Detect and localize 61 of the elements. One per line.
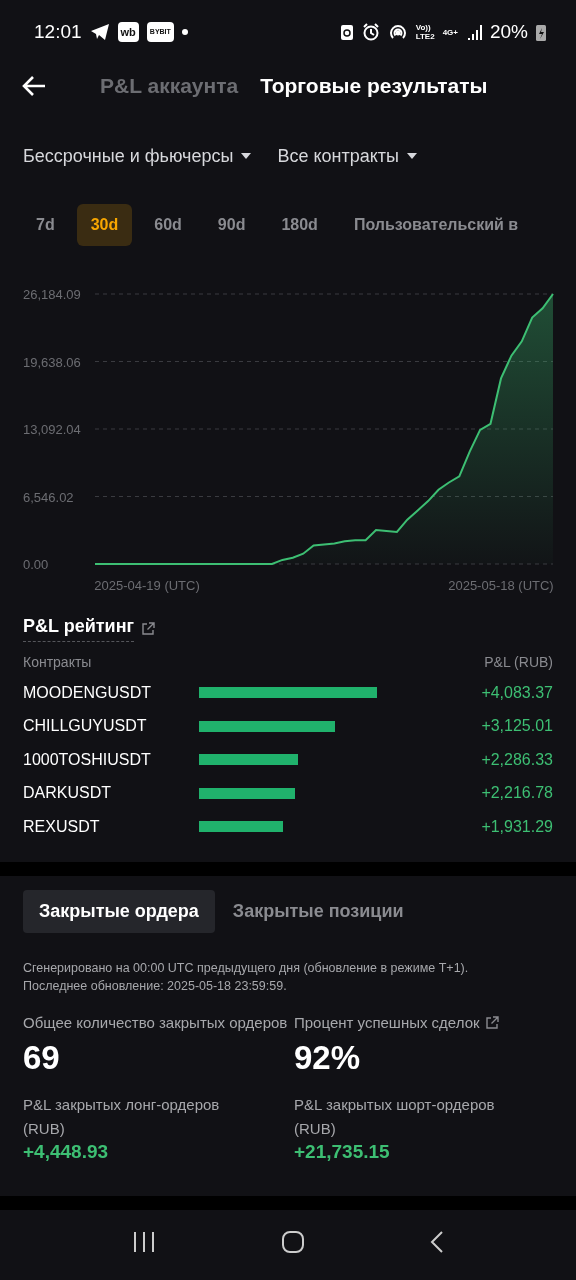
contract-name: CHILLGUYUSDT: [23, 717, 148, 736]
network-label: Vo)) LTE2: [415, 23, 435, 41]
column-header: Контракты: [23, 654, 92, 670]
alarm-icon: [361, 23, 380, 41]
pnl-value: +4,083.37: [480, 683, 553, 702]
y-axis-label: 13,092.04: [23, 422, 81, 437]
range-tab[interactable]: 90d: [203, 204, 260, 246]
contract-name: REXUSDT: [23, 817, 101, 836]
home-icon[interactable]: [281, 1229, 305, 1254]
range-tab[interactable]: 7d: [22, 204, 69, 246]
paper-plane-icon: [89, 23, 110, 41]
stat-label: Процент успешных сделок: [294, 1012, 480, 1033]
stat-value: +21,735.15: [294, 1140, 391, 1163]
y-axis-label: 0.00: [23, 557, 49, 572]
orders-tab[interactable]: Закрытые позиции: [216, 889, 420, 933]
signal-icon: [465, 24, 482, 40]
header-tab[interactable]: P&L аккаунта: [100, 74, 239, 98]
recent-apps-icon[interactable]: [132, 1230, 157, 1253]
range-tab[interactable]: 30d: [76, 204, 133, 246]
range-tab[interactable]: 60d: [140, 204, 196, 246]
external-link-icon[interactable]: [483, 1014, 500, 1031]
battery-percent: 20%: [489, 21, 528, 43]
pnl-value: +1,931.29: [480, 817, 553, 836]
y-axis-label: 19,638.06: [23, 354, 81, 370]
stat-label: Общее количество закрытых ордеров: [23, 1012, 288, 1033]
contract-name: 1000TOSHIUSDT: [23, 750, 152, 769]
pnl-value: +3,125.01: [480, 717, 553, 736]
stat-label: P&L закрытых лонг-ордеров (RUB): [23, 1094, 221, 1139]
external-link-icon[interactable]: [140, 621, 156, 637]
caret-icon: [241, 153, 252, 159]
orders-tab[interactable]: Закрытые ордера: [23, 889, 215, 933]
update-note: Сгенерировано на 00:00 UTC предыдущего дня (обновление в режиме T+1).: [23, 959, 469, 977]
range-tab[interactable]: 180d: [267, 204, 332, 246]
back-icon[interactable]: [429, 1229, 444, 1254]
data-type-label: 4G+: [442, 27, 458, 37]
pnl-value: +2,216.78: [480, 784, 553, 803]
section-title[interactable]: P&L рейтинг: [23, 616, 134, 642]
update-note: Последнее обновление: 2025-05-18 23:59:59.: [23, 977, 287, 995]
battery-icon: [536, 23, 546, 41]
y-axis-label: 26,184.09: [23, 287, 81, 302]
column-header: P&L (RUB): [484, 654, 553, 670]
back-arrow-icon[interactable]: [22, 75, 46, 97]
app-badge: wb: [117, 22, 139, 42]
dot-icon: [181, 29, 188, 35]
header-tab[interactable]: Торговые результаты: [260, 74, 488, 98]
caret-icon: [407, 153, 417, 159]
contract-name: DARKUSDT: [23, 784, 112, 803]
x-axis-label: 2025-04-19 (UTC): [94, 578, 200, 593]
stat-label: P&L закрытых шорт-ордеров (RUB): [294, 1094, 496, 1139]
y-axis-label: 6,546.02: [23, 489, 74, 505]
stat-value: 92%: [294, 1038, 362, 1077]
hotspot-icon: [387, 23, 408, 41]
filter-dropdown[interactable]: Бессрочные и фьючерсы: [23, 145, 252, 167]
range-tab[interactable]: Пользовательский в: [339, 204, 533, 246]
contract-name: MOODENGUSDT: [23, 683, 152, 702]
pnl-value: +2,286.33: [480, 750, 553, 769]
clock-time: 12:01: [34, 21, 82, 43]
stat-value: +4,448.93: [23, 1140, 110, 1163]
x-axis-label: 2025-05-18 (UTC): [448, 578, 554, 593]
filter-dropdown[interactable]: Все контракты: [277, 145, 417, 167]
stat-value: 69: [23, 1038, 61, 1077]
